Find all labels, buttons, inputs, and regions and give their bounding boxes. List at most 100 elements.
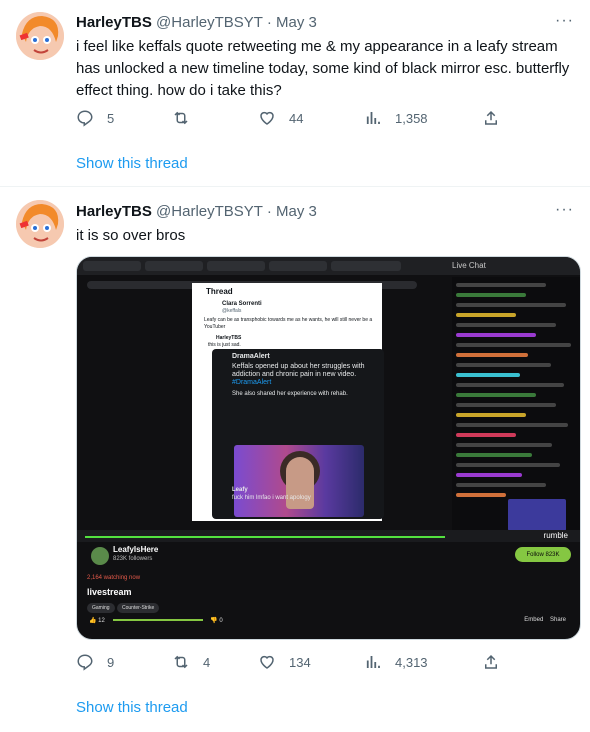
tweet-header: HarleyTBS @HarleyTBSYT · May 3 xyxy=(76,14,317,31)
embed-button[interactable]: Embed xyxy=(524,617,543,623)
view-count: 1,358 xyxy=(395,110,428,126)
chat-line xyxy=(456,433,516,437)
author-name[interactable]: HarleyTBS xyxy=(76,14,152,31)
stream-dislike-count: 0 xyxy=(219,618,223,624)
share-button[interactable] xyxy=(482,106,513,130)
drama-text-1: Keffals opened up about her struggles wi… xyxy=(232,363,365,370)
tweet-text: i feel like keffals quote retweeting me … xyxy=(76,38,570,99)
reply-button[interactable]: 9 xyxy=(76,650,114,674)
browser-tab xyxy=(145,261,203,271)
drama-author: DramaAlert xyxy=(232,353,270,360)
browser-tab xyxy=(83,261,141,271)
views-button[interactable]: 1,358 xyxy=(364,106,428,130)
tag-counter-strike[interactable]: Counter-Strike xyxy=(117,603,160,613)
tweet-date[interactable]: May 3 xyxy=(276,203,317,220)
chat-line xyxy=(456,393,536,397)
rumble-logo: rumble xyxy=(543,531,568,540)
author-handle[interactable]: @HarleyTBSYT xyxy=(156,203,263,220)
author-handle[interactable]: @HarleyTBSYT xyxy=(156,14,263,31)
progress-bar[interactable] xyxy=(85,536,445,538)
share-button[interactable] xyxy=(482,650,513,674)
news-photo xyxy=(234,445,364,517)
reply-count: 5 xyxy=(107,110,115,126)
like-dislike-bar[interactable]: 👍 12 👎 0 xyxy=(89,617,223,624)
chat-line xyxy=(456,333,536,337)
avatar[interactable] xyxy=(16,200,64,248)
chat-line xyxy=(456,323,556,327)
heart-icon xyxy=(260,655,274,669)
reply-icon xyxy=(77,110,93,127)
follow-button[interactable]: Follow 823K xyxy=(515,547,571,562)
stream-like-count: 12 xyxy=(98,618,105,624)
twitter-thread-popup: Thread Clara Sorrenti @keffals Leafy can… xyxy=(192,283,384,521)
view-count: 4,313 xyxy=(395,654,428,670)
tweet-header: HarleyTBS @HarleyTBSYT · May 3 xyxy=(76,203,317,220)
popup-author: Clara Sorrenti xyxy=(222,301,262,307)
reply-button[interactable]: 5 xyxy=(76,106,114,130)
live-chat-panel xyxy=(452,277,580,537)
like-count: 134 xyxy=(289,654,311,670)
popup-quote-author: HarleyTBS xyxy=(216,335,242,341)
more-dots-icon[interactable]: ··· xyxy=(555,12,574,30)
channel-followers: 823K followers xyxy=(113,556,153,562)
chat-line xyxy=(456,443,552,447)
views-icon xyxy=(366,656,380,668)
retweet-icon xyxy=(174,111,188,125)
tag-gaming[interactable]: Gaming xyxy=(87,603,115,613)
chat-line xyxy=(456,493,506,497)
dramaalert-tweet-card: DramaAlert Keffals opened up about her s… xyxy=(212,349,384,519)
heart-icon xyxy=(260,111,274,125)
reply-count: 9 xyxy=(107,654,115,670)
reply-icon xyxy=(77,654,93,671)
thumbs-up-icon: 👍 xyxy=(89,618,97,624)
separator: · xyxy=(266,203,272,220)
photo-person xyxy=(286,457,314,509)
chat-line xyxy=(456,473,522,477)
chat-line xyxy=(456,373,520,377)
chat-line xyxy=(456,413,526,417)
stream-title: livestream xyxy=(87,587,132,597)
retweet-button[interactable] xyxy=(172,106,203,130)
more-dots-icon[interactable]: ··· xyxy=(555,201,574,219)
chat-line xyxy=(456,483,546,487)
live-chat-title: Live Chat xyxy=(452,261,486,270)
retweet-button[interactable]: 4 xyxy=(172,650,210,674)
tweet-media-image[interactable]: Live Chat Thread Clara Sorrenti @keffals… xyxy=(76,256,581,640)
like-count: 44 xyxy=(289,110,304,126)
browser-tab xyxy=(207,261,265,271)
retweet-icon xyxy=(174,655,188,669)
channel-avatar[interactable] xyxy=(91,547,109,565)
channel-name[interactable]: LeafyIsHere xyxy=(113,545,158,554)
chat-line xyxy=(456,363,551,367)
popup-handle: @keffals xyxy=(222,308,242,314)
chat-line xyxy=(456,303,566,307)
watching-count: 2,164 watching now xyxy=(87,575,141,581)
like-button[interactable]: 44 xyxy=(258,106,303,130)
popup-text: Leafy can be as transphobic towards me a… xyxy=(204,317,373,330)
chat-line xyxy=(456,453,532,457)
like-button[interactable]: 134 xyxy=(258,650,311,674)
show-thread-link[interactable]: Show this thread xyxy=(76,155,188,172)
chat-line xyxy=(456,383,564,387)
thumbs-down-icon: 👎 xyxy=(210,618,218,624)
retweet-count: 4 xyxy=(203,654,211,670)
embed-share[interactable]: Embed Share xyxy=(524,617,566,623)
tweet-date[interactable]: May 3 xyxy=(276,14,317,31)
chat-line xyxy=(456,353,528,357)
stream-share-button[interactable]: Share xyxy=(550,617,566,623)
popup-title: Thread xyxy=(206,287,233,296)
avatar[interactable] xyxy=(16,12,64,60)
chat-video-thumbnail xyxy=(508,499,566,531)
reply-text: fuck him lmfao i want apology xyxy=(232,495,311,501)
chat-line xyxy=(456,463,560,467)
views-button[interactable]: 4,313 xyxy=(364,650,428,674)
browser-tab-bar xyxy=(77,257,580,275)
share-icon xyxy=(485,654,497,669)
show-thread-link[interactable]: Show this thread xyxy=(76,699,188,716)
browser-tab xyxy=(269,261,327,271)
drama-hashtag: #DramaAlert xyxy=(232,379,272,386)
author-name[interactable]: HarleyTBS xyxy=(76,203,152,220)
tweet-text: it is so over bros xyxy=(76,227,186,244)
tweet-1[interactable]: HarleyTBS @HarleyTBSYT · May 3 ··· i fee… xyxy=(0,0,590,186)
tweet-actions: 9 4 134 4,313 xyxy=(76,650,516,674)
